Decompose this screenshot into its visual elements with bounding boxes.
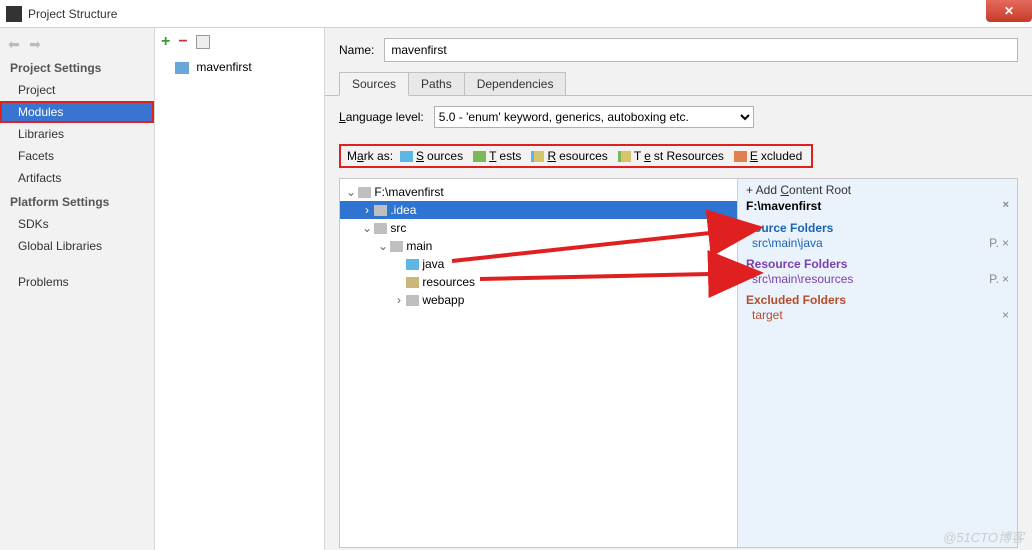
nav-back-icon[interactable]: ⬅ [8, 36, 20, 53]
language-row: Language level: 5.0 - 'enum' keyword, ge… [325, 96, 1032, 138]
sidebar-item-libraries[interactable]: Libraries [0, 123, 154, 145]
sources-icon [400, 151, 413, 162]
excluded-icon [734, 151, 747, 162]
edit-props-icon[interactable]: P. [989, 236, 999, 250]
source-folders-header: Source Folders [746, 215, 1009, 235]
sidebar-group-platform: Platform Settings [0, 189, 154, 213]
watermark: @51CTO博客 [943, 527, 1024, 546]
remove-icon[interactable]: × [1002, 308, 1009, 322]
module-icon [175, 62, 189, 74]
title-bar: Project Structure ✕ [0, 0, 1032, 28]
module-item[interactable]: mavenfirst [155, 56, 324, 78]
window-title: Project Structure [28, 7, 117, 21]
tab-paths[interactable]: Paths [408, 72, 465, 96]
remove-root-icon[interactable]: × [1003, 199, 1009, 213]
sidebar-item-artifacts[interactable]: Artifacts [0, 167, 154, 189]
annotation-arrows [340, 179, 770, 379]
sidebar-item-modules[interactable]: Modules [0, 101, 154, 123]
mark-row: Mark as: Sources Tests Resources Test Re… [325, 138, 1032, 178]
language-select[interactable]: 5.0 - 'enum' keyword, generics, autoboxi… [434, 106, 754, 128]
copy-module-icon[interactable] [196, 35, 210, 49]
sidebar-item-problems[interactable]: Problems [0, 271, 154, 293]
resource-folders-header: Resource Folders [746, 251, 1009, 271]
mark-label: Mark as: [347, 149, 393, 163]
app-icon [6, 6, 22, 22]
content-root-path[interactable]: F:\mavenfirst × [746, 197, 1009, 215]
remove-icon[interactable]: × [1002, 236, 1009, 250]
mark-excluded-button[interactable]: Excluded [731, 148, 805, 164]
tab-bar: Sources Paths Dependencies [325, 72, 1032, 96]
sidebar-item-facets[interactable]: Facets [0, 145, 154, 167]
main-panel: Name: Sources Paths Dependencies Languag… [325, 28, 1032, 550]
settings-sidebar: ⬅ ➡ Project Settings Project Modules Lib… [0, 28, 155, 550]
source-tree: ⌄ F:\mavenfirst › .idea ⌄ src ⌄ main jav… [340, 179, 737, 547]
content-root-panel: + Add Content Root F:\mavenfirst × Sourc… [737, 179, 1017, 547]
source-folder-item[interactable]: src\main\java P. × [746, 235, 1009, 251]
content-area: ⌄ F:\mavenfirst › .idea ⌄ src ⌄ main jav… [339, 178, 1018, 548]
tab-dependencies[interactable]: Dependencies [464, 72, 567, 96]
tab-sources[interactable]: Sources [339, 72, 409, 96]
mark-tests-button[interactable]: Tests [470, 148, 524, 164]
sidebar-item-global-libraries[interactable]: Global Libraries [0, 235, 154, 257]
module-toolbar: + − [155, 28, 324, 56]
close-button[interactable]: ✕ [986, 0, 1032, 22]
mark-resources-button[interactable]: Resources [528, 148, 610, 164]
mark-test-resources-button[interactable]: Test Resources [615, 148, 727, 164]
tests-icon [473, 151, 486, 162]
resources-icon [531, 151, 544, 162]
nav-forward-icon[interactable]: ➡ [29, 36, 41, 53]
add-content-root-button[interactable]: + Add Content Root [746, 183, 1009, 197]
language-label: Language level: [339, 110, 424, 124]
remove-module-icon[interactable]: − [178, 33, 187, 51]
sidebar-item-sdks[interactable]: SDKs [0, 213, 154, 235]
module-name: mavenfirst [196, 60, 251, 74]
edit-props-icon[interactable]: P. [989, 272, 999, 286]
excluded-folder-item[interactable]: target × [746, 307, 1009, 323]
mark-sources-button[interactable]: Sources [397, 148, 466, 164]
remove-icon[interactable]: × [1002, 272, 1009, 286]
add-module-icon[interactable]: + [161, 33, 170, 51]
name-row: Name: [325, 28, 1032, 72]
sidebar-item-project[interactable]: Project [0, 79, 154, 101]
test-resources-icon [618, 151, 631, 162]
name-input[interactable] [384, 38, 1018, 62]
main-body: ⬅ ➡ Project Settings Project Modules Lib… [0, 28, 1032, 550]
name-label: Name: [339, 43, 374, 57]
sidebar-group-project: Project Settings [0, 55, 154, 79]
excluded-folders-header: Excluded Folders [746, 287, 1009, 307]
module-list-panel: + − mavenfirst [155, 28, 325, 550]
resource-folder-item[interactable]: src\main\resources P. × [746, 271, 1009, 287]
